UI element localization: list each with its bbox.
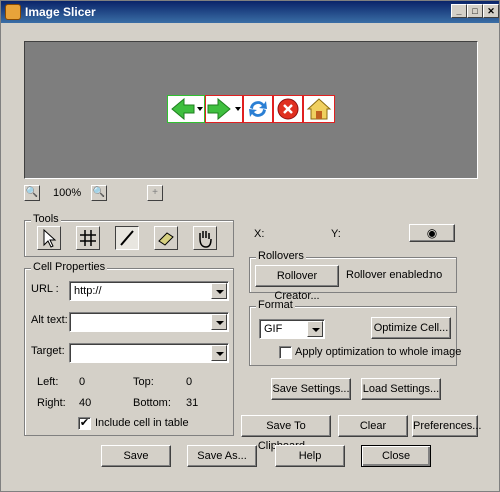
clear-button[interactable]: Clear [338,415,408,437]
y-label: Y: [331,228,341,240]
top-label: Top: [133,376,154,388]
url-value: http:// [74,285,102,297]
help-button[interactable]: Help [275,445,345,467]
eraser-tool-icon [158,232,174,246]
right-value: 40 [79,397,92,409]
slice-stop[interactable] [273,95,303,123]
pointer-tool-button[interactable] [37,226,61,250]
maximize-button[interactable]: □ [467,4,483,18]
stop-icon [277,98,299,120]
url-field[interactable]: http:// [69,281,229,301]
eye-icon: ◉ [426,226,438,240]
eraser-tool-button[interactable] [154,226,178,250]
home-icon [306,98,332,120]
refresh-icon [249,101,267,117]
url-label: URL : [31,283,59,295]
format-dropdown-arrow[interactable] [307,321,323,337]
alt-text-label: Alt text: [31,314,68,326]
slice-tool-button[interactable] [115,226,139,250]
image-slicer-window: Image Slicer _ □ ✕ 🔍 100% 🔍 + Tools X: Y… [0,0,500,492]
save-to-clipboard-button[interactable]: Save To Clipboard... [241,415,331,452]
forward-arrow-icon [207,97,241,121]
rollover-enabled-label: Rollover enabled: [346,269,432,281]
alt-text-field[interactable] [69,312,229,332]
target-field[interactable] [69,343,229,363]
slice-tool-icon [120,230,134,246]
include-cell-label: Include cell in table [95,417,189,429]
bottom-label: Bottom: [133,397,171,409]
slice-back[interactable] [167,95,205,123]
pointer-tool-icon [43,228,57,248]
left-value: 0 [79,376,86,388]
zoom-level: 100% [53,187,82,199]
format-label: Format [256,299,295,311]
close-window-button[interactable]: ✕ [483,4,499,18]
include-cell-checkbox[interactable]: ✔ [78,417,91,430]
left-label: Left: [37,376,59,388]
optimize-cell-button[interactable]: Optimize Cell... [371,317,451,339]
zoom-out-button[interactable]: 🔍 [24,185,40,201]
preview-button[interactable]: ◉ [409,224,455,242]
top-value: 0 [186,376,193,388]
alt-text-dropdown-arrow[interactable] [211,314,227,330]
url-dropdown-arrow[interactable] [211,283,227,299]
grid-tool-button[interactable] [76,226,100,250]
add-slice-button[interactable]: + [147,185,163,201]
save-as-button[interactable]: Save As... [187,445,257,467]
zoom-out-icon: 🔍 [25,187,39,198]
preferences-button[interactable]: Preferences... [412,415,481,437]
target-dropdown-arrow[interactable] [211,345,227,361]
save-settings-button[interactable]: Save Settings... [271,378,351,400]
close-button[interactable]: Close [361,445,431,467]
apply-optimization-label: Apply optimization to whole image [295,346,462,358]
save-button[interactable]: Save [101,445,171,467]
tools-label: Tools [31,213,61,225]
x-label: X: [254,228,265,240]
apply-optimization-checkbox[interactable] [279,346,292,359]
hand-tool-button[interactable] [193,226,217,250]
cell-properties-label: Cell Properties [31,261,108,273]
rollover-creator-button[interactable]: Rollover Creator... [255,265,339,302]
grid-tool-icon [80,230,96,246]
bottom-value: 31 [186,397,199,409]
title-bar: Image Slicer _ □ ✕ [1,1,499,23]
rollovers-label: Rollovers [256,250,306,262]
hand-tool-icon [199,231,212,248]
slice-refresh[interactable] [243,95,273,123]
right-label: Right: [37,397,66,409]
slice-home[interactable] [303,95,335,123]
app-icon [5,4,21,20]
window-title: Image Slicer [25,5,96,19]
zoom-in-button[interactable]: 🔍 [91,185,107,201]
target-label: Target: [31,345,65,357]
minimize-button[interactable]: _ [451,4,467,18]
format-value: GIF [264,323,283,335]
zoom-in-icon: 🔍 [92,187,106,198]
slice-forward[interactable] [205,95,243,123]
rollover-enabled-value: no [430,269,443,281]
back-arrow-icon [171,97,203,121]
format-select[interactable]: GIF [259,319,325,339]
add-slice-icon: + [152,187,158,198]
load-settings-button[interactable]: Load Settings... [361,378,441,400]
